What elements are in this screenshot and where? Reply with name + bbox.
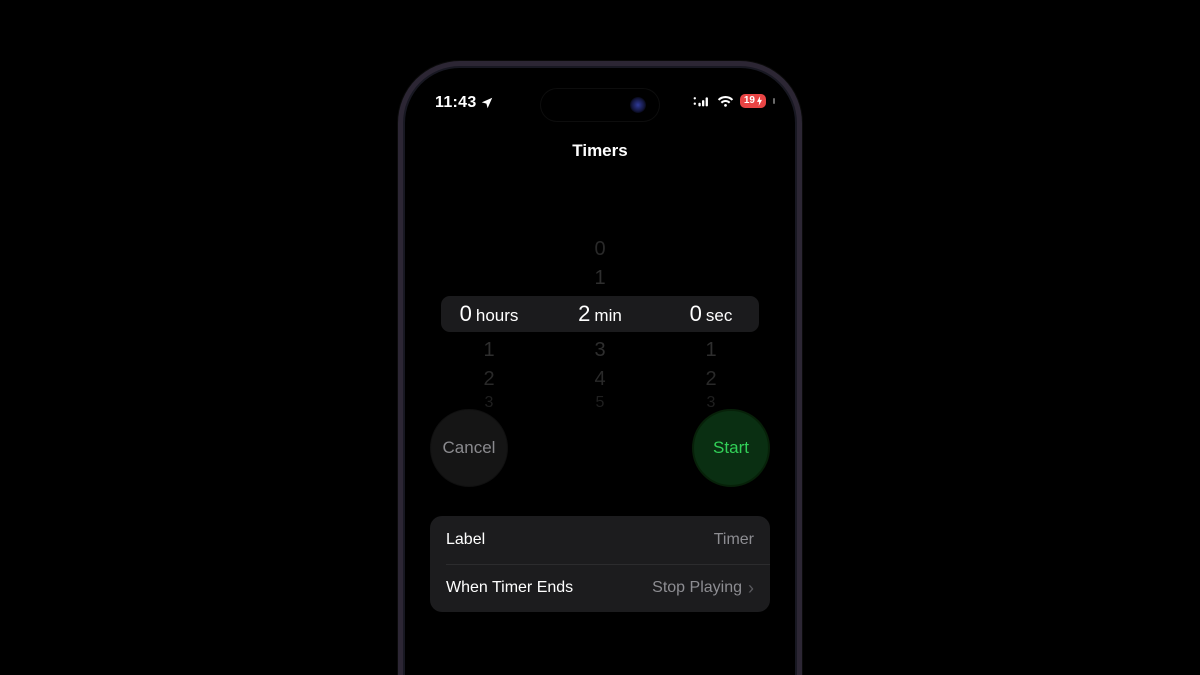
seconds-below-1: 1 xyxy=(655,336,767,364)
seconds-below-3: 3 xyxy=(655,389,767,417)
minutes-unit-label: min xyxy=(594,298,621,334)
page-title: Timers xyxy=(405,141,795,161)
cancel-button-label: Cancel xyxy=(443,438,496,458)
battery-cap xyxy=(773,98,775,104)
seconds-unit-label: sec xyxy=(706,298,732,334)
timer-settings-card: Label Timer When Timer Ends Stop Playing… xyxy=(430,516,770,612)
status-time-text: 11:43 xyxy=(435,94,477,112)
settings-sound-value: Stop Playing xyxy=(652,579,742,597)
settings-label-value: Timer xyxy=(714,531,754,549)
picker-col-hours[interactable]: 0 hours 1 2 3 xyxy=(433,213,545,393)
settings-label-title: Label xyxy=(446,531,485,549)
status-bar: 11:43 19 xyxy=(405,68,795,120)
battery-percent: 19 xyxy=(744,94,755,108)
minutes-above-1: 1 xyxy=(545,264,655,292)
time-picker[interactable]: 0 hours 1 2 3 0 1 2 min 3 4 5 xyxy=(433,213,767,393)
hours-below-1: 1 xyxy=(433,336,545,364)
settings-sound-title: When Timer Ends xyxy=(446,579,573,597)
picker-col-minutes[interactable]: 0 1 2 min 3 4 5 xyxy=(545,213,655,393)
wifi-icon xyxy=(717,95,734,108)
hours-unit-label: hours xyxy=(476,298,519,334)
picker-col-seconds[interactable]: 0 sec 1 2 3 xyxy=(655,213,767,393)
minutes-below-1: 3 xyxy=(545,336,655,364)
minutes-above-0: 0 xyxy=(545,235,655,263)
location-icon xyxy=(480,96,494,110)
settings-row-label[interactable]: Label Timer xyxy=(430,516,770,564)
start-button[interactable]: Start xyxy=(692,409,770,487)
status-time: 11:43 xyxy=(435,94,494,112)
seconds-selected: 0 xyxy=(690,296,702,332)
start-button-label: Start xyxy=(713,438,749,458)
settings-row-sound[interactable]: When Timer Ends Stop Playing › xyxy=(430,564,770,612)
charging-icon xyxy=(756,96,763,106)
cancel-button[interactable]: Cancel xyxy=(430,409,508,487)
cellular-icon xyxy=(693,95,711,107)
chevron-right-icon: › xyxy=(748,578,754,599)
minutes-selected: 2 xyxy=(578,296,590,332)
minutes-below-3: 5 xyxy=(545,389,655,417)
phone-frame: 11:43 19 xyxy=(405,68,795,675)
battery-indicator: 19 xyxy=(740,94,766,108)
hours-selected: 0 xyxy=(460,296,472,332)
